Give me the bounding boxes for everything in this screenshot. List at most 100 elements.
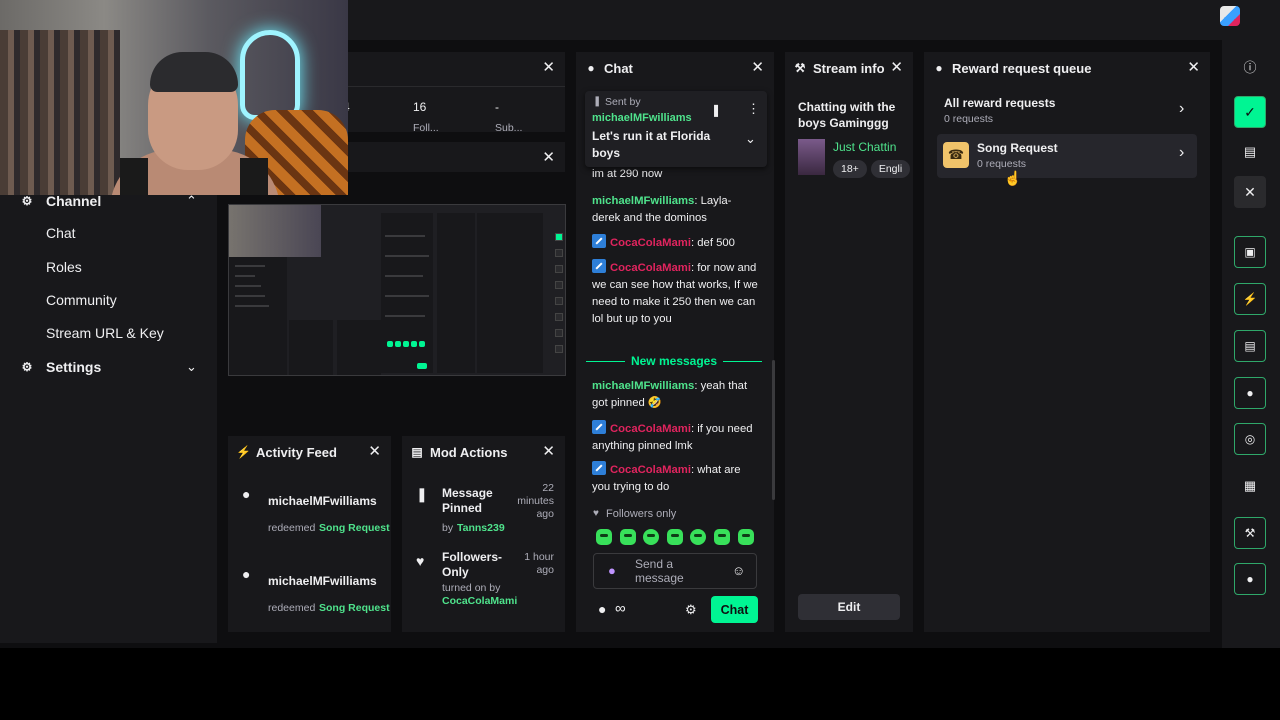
info-icon[interactable]: ⓘ <box>1240 56 1260 76</box>
emote-icon[interactable] <box>620 529 636 545</box>
chat-username[interactable]: michaelMFwilliams <box>592 195 694 207</box>
feed-reward[interactable]: Song Request <box>319 602 390 614</box>
chat-send-button[interactable]: Chat <box>711 596 758 623</box>
mod-action-time: 1 hour ago <box>524 551 554 576</box>
stream-manager-icon[interactable]: ▦ <box>1240 476 1260 496</box>
sidebar-item-stream-url-key[interactable]: Stream URL & Key <box>46 325 164 341</box>
document-icon[interactable]: ▤ <box>1234 330 1266 362</box>
stat-label: Sub... <box>495 122 523 132</box>
close-icon[interactable]: ✕ <box>1187 59 1200 77</box>
all-reward-requests[interactable]: All reward requests 0 requests › <box>937 90 1197 134</box>
chevron-down-icon[interactable]: ⌄ <box>745 131 756 147</box>
emote-icon[interactable] <box>738 529 754 545</box>
chat-username[interactable]: CocaColaMami <box>610 237 691 249</box>
feed-action: redeemed <box>268 522 316 534</box>
panel-title: Stream info <box>813 60 885 76</box>
close-icon[interactable]: ✕ <box>542 149 555 167</box>
mod-actions-panel: ▤ Mod Actions ✕ ❚ Message Pinned by Tann… <box>402 436 565 632</box>
sidebar-item-settings[interactable]: ⚙ Settings <box>22 359 102 375</box>
sidebar-item-community[interactable]: Community <box>46 292 117 308</box>
tag[interactable]: 18+ <box>833 160 867 178</box>
mod-action-by[interactable]: CocaColaMami <box>442 595 517 607</box>
sidebar-item-label: Community <box>46 292 117 308</box>
emote-icon[interactable] <box>643 529 659 545</box>
chat-message: im at 290 now <box>592 166 758 183</box>
emote-icon[interactable] <box>690 529 706 545</box>
chat-input[interactable]: ● Send a message ☺ <box>593 553 757 589</box>
feed-action: redeemed <box>268 602 316 614</box>
sidebar-item-chat[interactable]: Chat <box>46 225 76 241</box>
wrench-icon[interactable]: ⚒ <box>1234 517 1266 549</box>
sidebar-item-roles[interactable]: Roles <box>46 259 82 275</box>
chevron-down-icon[interactable]: ⌄ <box>186 359 197 375</box>
mod-action-title: Message Pinned <box>442 486 493 515</box>
wrench-icon: ⚒ <box>794 61 806 75</box>
close-icon[interactable]: ✕ <box>542 59 555 77</box>
chat-bubble-icon: ● <box>587 61 595 75</box>
tags-row: 18+ Engli <box>833 159 913 178</box>
emote-icon[interactable] <box>596 529 612 545</box>
chat-username[interactable]: CocaColaMami <box>610 464 691 476</box>
activity-feed-panel: ⚡ Activity Feed ✕ ● michaelMFwilliams re… <box>228 436 391 632</box>
reward-label: Song Request <box>977 141 1058 155</box>
new-messages-divider[interactable]: New messages <box>586 353 762 369</box>
new-messages-label: New messages <box>630 354 718 368</box>
panel-header: ● Chat <box>576 52 774 84</box>
channel-points-icon[interactable]: ● <box>1234 563 1266 595</box>
edit-button[interactable]: Edit <box>798 594 900 620</box>
mod-action-title: Followers-Only <box>442 550 503 579</box>
panel-title: Reward request queue <box>952 60 1092 76</box>
broadcast-icon[interactable]: ◎ <box>1234 423 1266 455</box>
chat-username[interactable]: CocaColaMami <box>610 262 691 274</box>
tag[interactable]: Engli <box>870 160 911 178</box>
pinned-message[interactable]: ❚ Sent by michaelMFwilliams Let's run it… <box>585 91 767 167</box>
settings-icon[interactable]: ⚙ <box>685 602 697 618</box>
emote-icon[interactable] <box>667 529 683 545</box>
reward-count: 0 requests <box>944 113 994 125</box>
chat-username[interactable]: michaelMFwilliams <box>592 380 694 392</box>
channel-points-icon: ● <box>242 566 251 582</box>
pinned-user[interactable]: michaelMFwilliams <box>592 112 692 124</box>
chat-username[interactable]: CocaColaMami <box>610 423 691 435</box>
close-icon[interactable]: ✕ <box>1234 176 1266 208</box>
close-icon[interactable]: ✕ <box>542 443 555 461</box>
mod-action-by[interactable]: Tanns239 <box>457 522 505 534</box>
layout-icon[interactable]: ▤ <box>1240 142 1260 162</box>
category-name[interactable]: Just Chattin <box>833 140 896 154</box>
chevron-right-icon: › <box>1179 100 1185 117</box>
song-request-row[interactable]: ☎ Song Request 0 requests › <box>937 134 1197 178</box>
moderator-badge-icon <box>592 259 606 273</box>
letterbox <box>0 648 1280 720</box>
sidebar-item-label: Settings <box>46 359 102 375</box>
check-icon[interactable]: ✓ <box>1234 96 1266 128</box>
channel-points-icon[interactable]: ● <box>598 601 606 617</box>
chat-scrollbar[interactable] <box>772 360 775 500</box>
sidebar-item-channel[interactable]: ⚙ Channel <box>22 193 102 209</box>
close-icon[interactable]: ✕ <box>890 59 903 77</box>
more-options-icon[interactable]: ⋮ <box>747 101 760 117</box>
extension-icon[interactable] <box>1220 6 1240 26</box>
channel-points-icon: ● <box>935 61 943 75</box>
reward-count: 0 requests <box>977 158 1027 170</box>
mod-action-by-label: turned on by <box>442 582 501 594</box>
mod-action-by-label: by <box>442 522 454 534</box>
clip-icon[interactable]: ▣ <box>1234 236 1266 268</box>
gear-icon: ⚙ <box>21 360 33 374</box>
chevron-up-icon[interactable]: ⌃ <box>186 193 197 209</box>
lightning-icon[interactable]: ⚡ <box>1234 283 1266 315</box>
microphone-icon[interactable]: ● <box>608 563 616 578</box>
reward-icon: ☎ <box>943 142 969 168</box>
stat-value: 16 <box>413 100 427 114</box>
panel-title: Activity Feed <box>256 444 337 460</box>
close-icon[interactable]: ✕ <box>368 443 381 461</box>
close-icon[interactable]: ✕ <box>751 59 764 77</box>
feed-reward[interactable]: Song Request <box>319 522 390 534</box>
emote-icon[interactable] <box>714 529 730 545</box>
moderator-badge-icon <box>592 420 606 434</box>
sent-by-label: Sent by <box>605 96 641 108</box>
unpin-icon[interactable]: ❚ <box>711 103 721 117</box>
followers-only-label: Followers only <box>606 508 677 520</box>
infinity-icon[interactable]: ∞ <box>615 600 626 617</box>
chat-bubble-icon[interactable]: ● <box>1234 377 1266 409</box>
emoji-icon[interactable]: ☺ <box>732 563 745 578</box>
